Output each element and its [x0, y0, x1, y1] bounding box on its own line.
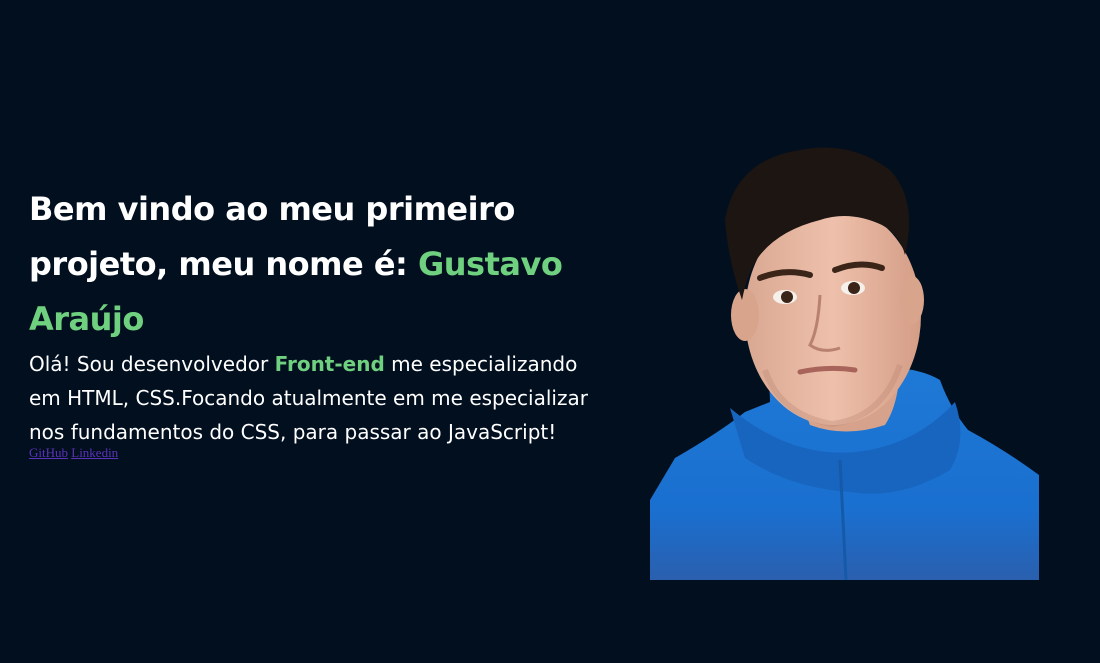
bio-paragraph: Olá! Sou desenvolvedor Front-end me espe…: [29, 347, 599, 449]
profile-photo: [650, 140, 1039, 580]
hero-headline: Bem vindo ao meu primeiro projeto, meu n…: [29, 182, 599, 347]
linkedin-link[interactable]: Linkedin: [71, 445, 118, 460]
hero-section: Bem vindo ao meu primeiro projeto, meu n…: [29, 182, 599, 461]
bio-text-start: Olá! Sou desenvolvedor: [29, 352, 275, 376]
github-link[interactable]: GitHub: [29, 445, 68, 460]
bio-highlight: Front-end: [274, 352, 385, 376]
